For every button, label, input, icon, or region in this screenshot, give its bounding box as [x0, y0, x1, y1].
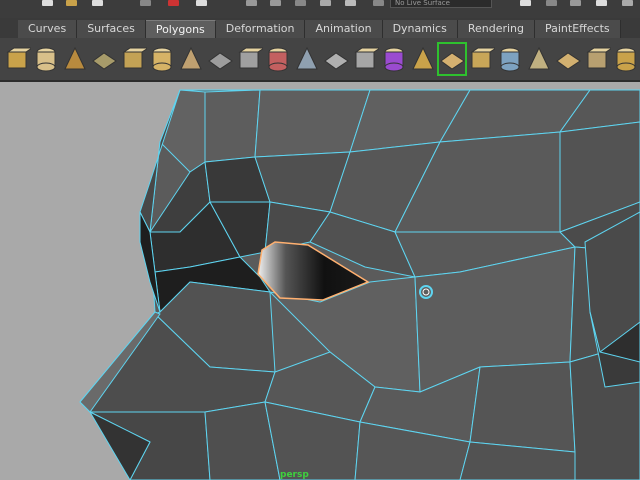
- open-scene-icon[interactable]: [66, 0, 77, 6]
- hypershade-icon[interactable]: [622, 0, 633, 6]
- polygons-shelf: [0, 38, 640, 82]
- merge-icon[interactable]: [495, 42, 525, 76]
- poly-cube-icon[interactable]: [2, 42, 32, 76]
- tab-painteffects[interactable]: PaintEffects: [535, 20, 621, 38]
- snap-curve-icon[interactable]: [270, 0, 281, 6]
- live-surface-field[interactable]: No Live Surface: [390, 0, 492, 8]
- poly-pipe-icon[interactable]: [176, 42, 206, 76]
- smooth-icon[interactable]: [321, 42, 351, 76]
- texture-editor-icon[interactable]: [582, 42, 612, 76]
- tab-dynamics[interactable]: Dynamics: [382, 20, 458, 38]
- select-hierarchy-icon[interactable]: [140, 0, 151, 6]
- save-scene-icon[interactable]: [92, 0, 103, 6]
- select-object-icon[interactable]: [168, 0, 179, 6]
- camera-name-label: persp: [280, 470, 309, 480]
- mesh-wireframe[interactable]: [0, 82, 640, 480]
- combine-icon[interactable]: [234, 42, 264, 76]
- select-component-icon[interactable]: [196, 0, 207, 6]
- subdivide-icon[interactable]: [524, 42, 554, 76]
- poly-sphere-icon[interactable]: [350, 42, 380, 76]
- wedge-icon[interactable]: [553, 42, 583, 76]
- tab-curves[interactable]: Curves: [18, 20, 78, 38]
- tab-surfaces[interactable]: Surfaces: [77, 20, 146, 38]
- tab-polygons[interactable]: Polygons: [145, 20, 216, 38]
- poly-cylinder-icon[interactable]: [31, 42, 61, 76]
- input-mode-icon[interactable]: [373, 0, 384, 6]
- tab-rendering[interactable]: Rendering: [457, 20, 535, 38]
- poly-plane-icon[interactable]: [89, 42, 119, 76]
- tab-deformation[interactable]: Deformation: [215, 20, 306, 38]
- snap-view-plane-icon[interactable]: [320, 0, 331, 6]
- poly-soccer-ball-icon[interactable]: [205, 42, 235, 76]
- construction-history-icon[interactable]: [520, 0, 531, 6]
- snap-point-icon[interactable]: [295, 0, 306, 6]
- poly-torus-icon[interactable]: [118, 42, 148, 76]
- perspective-viewport[interactable]: persp: [0, 82, 640, 480]
- mesh-face: [204, 89, 261, 163]
- split-polygon-icon[interactable]: [437, 42, 467, 76]
- append-polygon-icon[interactable]: [466, 42, 496, 76]
- tab-animation[interactable]: Animation: [305, 20, 383, 38]
- unfold-icon[interactable]: [611, 42, 640, 76]
- poly-cone-icon[interactable]: [60, 42, 90, 76]
- mesh-face: [469, 361, 576, 453]
- status-line: No Live Surface: [0, 0, 640, 19]
- poly-pyramid-icon[interactable]: [147, 42, 177, 76]
- render-current-frame-icon[interactable]: [546, 0, 557, 6]
- boolean-union-icon[interactable]: [292, 42, 322, 76]
- ipr-render-icon[interactable]: [570, 0, 581, 6]
- extrude-icon[interactable]: [408, 42, 438, 76]
- render-settings-icon[interactable]: [596, 0, 607, 6]
- shelf-tab-bar: Curves Surfaces Polygons Deformation Ani…: [0, 18, 640, 38]
- separate-icon[interactable]: [263, 42, 293, 76]
- make-live-icon[interactable]: [345, 0, 356, 6]
- snap-grid-icon[interactable]: [246, 0, 257, 6]
- new-scene-icon[interactable]: [42, 0, 53, 6]
- select-cube-icon[interactable]: [379, 42, 409, 76]
